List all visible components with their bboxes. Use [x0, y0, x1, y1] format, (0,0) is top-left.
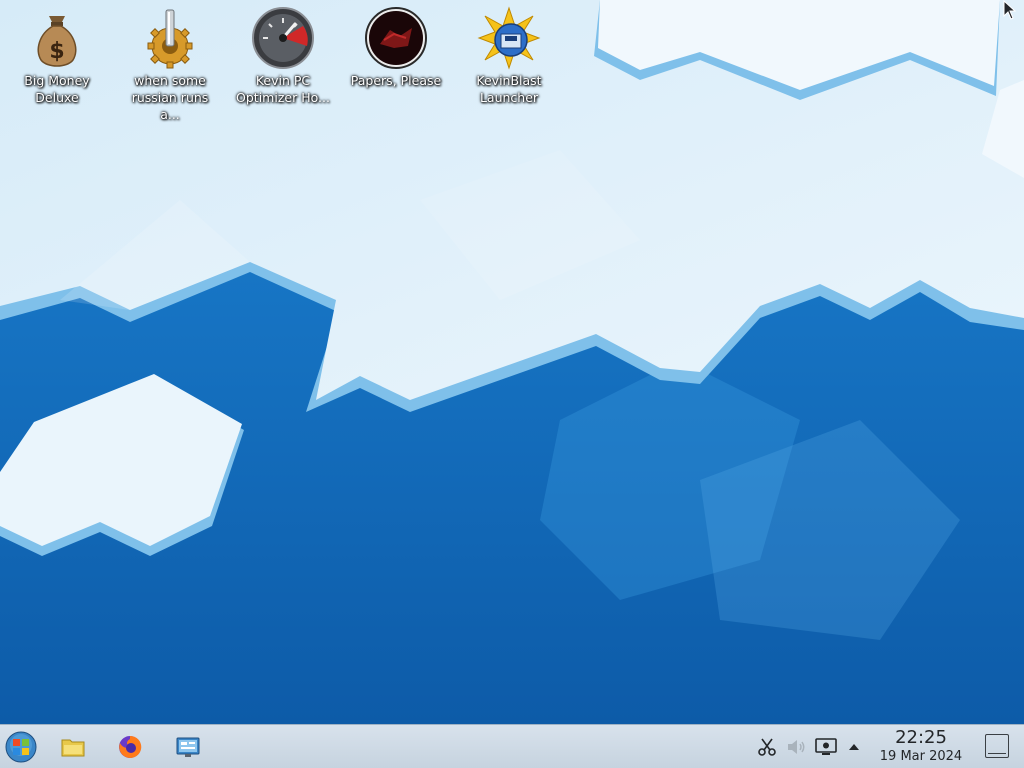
file-manager-icon	[61, 739, 85, 757]
gear-icon	[147, 9, 193, 69]
desktop-icon-when-some-russian[interactable]: when some russian runs a...	[118, 6, 222, 123]
volume-icon	[788, 740, 805, 754]
digital-clock[interactable]: 22:25 19 Mar 2024	[864, 727, 978, 765]
desktop-icon-label: Optimizer Ho...	[236, 90, 330, 105]
system-settings-button[interactable]	[171, 730, 205, 764]
desktop-icon-label: Kevin PC	[255, 73, 311, 88]
clock-date: 19 Mar 2024	[879, 749, 963, 764]
volume-tray-button[interactable]	[786, 736, 808, 758]
desktop-icon-label: russian runs a...	[131, 90, 209, 122]
firefox-icon	[119, 735, 142, 758]
desktop-icon-papers-please[interactable]: Papers, Please	[344, 6, 448, 89]
firefox-button[interactable]	[113, 730, 147, 764]
clipboard-tray-button[interactable]	[756, 736, 778, 758]
start-menu-button[interactable]	[4, 730, 38, 764]
desktop-icon-label: when some	[134, 73, 206, 88]
kevinblast-icon	[477, 6, 541, 70]
desktop-icon-label: Big Money	[24, 73, 90, 88]
desktop[interactable]: $ Big Money Deluxe when some russian run…	[0, 0, 1024, 724]
start-menu-icon	[5, 731, 37, 763]
speedometer-icon	[252, 7, 314, 69]
tray-expand-button[interactable]	[843, 736, 865, 758]
desktop-icon-label: Papers, Please	[350, 73, 442, 88]
show-desktop-button[interactable]	[985, 734, 1009, 758]
mouse-cursor-icon	[1003, 0, 1017, 20]
desktop-icon-kevin-pc-optimizer[interactable]: Kevin PC Optimizer Ho...	[231, 6, 335, 106]
display-tray-button[interactable]	[815, 736, 837, 758]
file-manager-button[interactable]	[56, 730, 90, 764]
system-settings-icon	[176, 737, 200, 757]
desktop-icon-kevinblast-launcher[interactable]: KevinBlast Launcher	[457, 6, 561, 106]
svg-text:$: $	[49, 39, 64, 64]
scissors-icon	[758, 738, 776, 756]
display-icon	[815, 738, 837, 755]
desktop-icon-label: Launcher	[479, 90, 539, 105]
tray-expand-arrow-icon	[849, 744, 859, 750]
taskbar: 22:25 19 Mar 2024	[0, 724, 1024, 768]
desktop-icon-label: KevinBlast	[476, 73, 542, 88]
desktop-icon-big-money-deluxe[interactable]: $ Big Money Deluxe	[5, 6, 109, 106]
money-bag-icon: $	[37, 16, 77, 67]
desktop-icon-label: Deluxe	[35, 90, 79, 105]
clock-time: 22:25	[895, 727, 947, 748]
papers-please-icon	[365, 7, 427, 69]
